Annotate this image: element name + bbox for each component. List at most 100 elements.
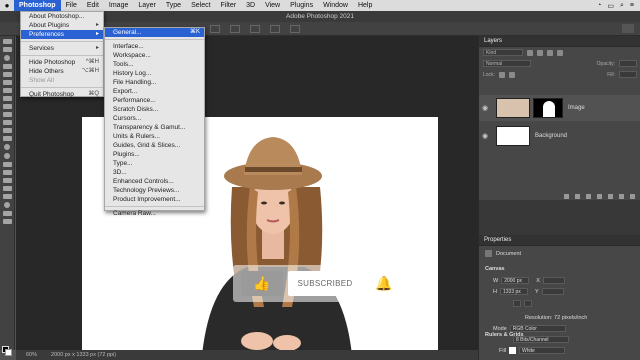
filter-type-icon[interactable] bbox=[547, 49, 553, 56]
wifi-icon[interactable]: ◔ bbox=[597, 2, 601, 9]
more-tools-icon[interactable] bbox=[2, 211, 12, 216]
dodge-tool-icon[interactable] bbox=[4, 153, 10, 159]
menu-item-history-log[interactable]: History Log... bbox=[105, 69, 204, 78]
frame-tool-icon[interactable] bbox=[2, 80, 12, 85]
distribute-icon[interactable] bbox=[270, 24, 280, 33]
edit-toolbar-icon[interactable] bbox=[2, 219, 12, 224]
hand-tool-icon[interactable] bbox=[2, 194, 12, 199]
menu-edit[interactable]: Edit bbox=[82, 0, 104, 11]
move-tool-icon[interactable] bbox=[2, 39, 12, 44]
landscape-icon[interactable] bbox=[524, 300, 532, 307]
menu-item-enhanced-controls[interactable]: Enhanced Controls... bbox=[105, 177, 204, 186]
apple-icon[interactable]: ● bbox=[0, 1, 14, 10]
thumbs-up-icon[interactable]: 👍 bbox=[241, 271, 283, 296]
canvas-section-label[interactable]: Canvas bbox=[485, 266, 505, 272]
layer-row-image[interactable]: ◉ Image bbox=[479, 95, 640, 121]
layer-name[interactable]: Background bbox=[535, 133, 567, 139]
add-mask-icon[interactable] bbox=[586, 194, 591, 199]
menu-plugins[interactable]: Plugins bbox=[285, 0, 318, 11]
fill-swatch[interactable] bbox=[509, 347, 517, 354]
new-group-icon[interactable] bbox=[608, 194, 613, 199]
layer-row-background[interactable]: ◉ Background bbox=[479, 123, 640, 149]
blend-mode-select[interactable]: Normal bbox=[483, 60, 531, 67]
menu-item-transparency-gamut[interactable]: Transparency & Gamut... bbox=[105, 123, 204, 132]
menu-item-performance[interactable]: Performance... bbox=[105, 96, 204, 105]
align-center-icon[interactable] bbox=[230, 24, 240, 33]
menu-file[interactable]: File bbox=[61, 0, 82, 11]
menu-item-file-handling[interactable]: File Handling... bbox=[105, 78, 204, 87]
bell-icon[interactable]: 🔔 bbox=[369, 271, 399, 296]
layer-mask-thumbnail[interactable] bbox=[533, 98, 563, 118]
filter-adjust-icon[interactable] bbox=[537, 49, 543, 56]
menu-item-plugins[interactable]: Plugins... bbox=[105, 150, 204, 159]
menu-view[interactable]: View bbox=[260, 0, 285, 11]
y-field[interactable] bbox=[541, 288, 564, 295]
menu-item-preferences[interactable]: Preferences ▸ bbox=[21, 30, 103, 39]
eyedropper-tool-icon[interactable] bbox=[2, 88, 12, 93]
menu-item-interface[interactable]: Interface... bbox=[105, 42, 204, 51]
align-right-icon[interactable] bbox=[250, 24, 260, 33]
marquee-tool-icon[interactable] bbox=[2, 47, 12, 52]
menu-item-about-plugins[interactable]: About Plugins ▸ bbox=[21, 21, 103, 30]
visibility-eye-icon[interactable]: ◉ bbox=[479, 104, 491, 112]
portrait-icon[interactable] bbox=[513, 300, 521, 307]
menu-item-general[interactable]: General... ⌘K bbox=[105, 28, 204, 37]
menu-item-3d[interactable]: 3D... bbox=[105, 168, 204, 177]
menu-window[interactable]: Window bbox=[318, 0, 353, 11]
battery-icon[interactable]: ▭ bbox=[607, 2, 614, 10]
background-color-swatch[interactable] bbox=[5, 349, 12, 356]
menu-item-guides-grid-slices[interactable]: Guides, Grid & Slices... bbox=[105, 141, 204, 150]
lasso-tool-icon[interactable] bbox=[4, 55, 10, 61]
link-layers-icon[interactable] bbox=[564, 194, 569, 199]
menu-item-camera-raw[interactable]: Camera Raw... bbox=[105, 209, 204, 218]
menu-item-cursors[interactable]: Cursors... bbox=[105, 114, 204, 123]
opacity-field[interactable] bbox=[619, 60, 637, 67]
brush-tool-icon[interactable] bbox=[2, 104, 12, 109]
zoom-level[interactable]: 60% bbox=[26, 350, 37, 360]
menu-item-scratch-disks[interactable]: Scratch Disks... bbox=[105, 105, 204, 114]
properties-tab[interactable]: Properties bbox=[479, 235, 640, 246]
height-field[interactable]: 1333 px bbox=[499, 288, 528, 295]
menu-item-product-improvement[interactable]: Product Improvement... bbox=[105, 195, 204, 204]
subscribed-button[interactable]: SUBSCRIBED bbox=[288, 271, 362, 296]
new-layer-icon[interactable] bbox=[619, 194, 624, 199]
lock-pixels-icon[interactable] bbox=[498, 71, 505, 78]
width-field[interactable]: 2000 px bbox=[501, 277, 530, 284]
menu-item-hide-others[interactable]: Hide Others ⌥⌘H bbox=[21, 67, 103, 76]
menu-layer[interactable]: Layer bbox=[133, 0, 161, 11]
menu-type[interactable]: Type bbox=[161, 0, 186, 11]
control-center-icon[interactable]: ≡ bbox=[630, 2, 634, 9]
layers-tab[interactable]: Layers bbox=[479, 36, 640, 47]
menu-item-services[interactable]: Services ▸ bbox=[21, 44, 103, 53]
menu-item-type[interactable]: Type... bbox=[105, 159, 204, 168]
3d-mode-icon[interactable] bbox=[290, 24, 300, 33]
blur-tool-icon[interactable] bbox=[4, 144, 10, 150]
eraser-tool-icon[interactable] bbox=[2, 128, 12, 133]
menu-item-hide-photoshop[interactable]: Hide Photoshop ^⌘H bbox=[21, 58, 103, 67]
mode-select[interactable]: RGB Color bbox=[509, 325, 566, 332]
menu-item-units-rulers[interactable]: Units & Rulers... bbox=[105, 132, 204, 141]
menu-filter[interactable]: Filter bbox=[216, 0, 242, 11]
menu-3d[interactable]: 3D bbox=[241, 0, 260, 11]
quick-select-tool-icon[interactable] bbox=[2, 64, 12, 69]
menu-select[interactable]: Select bbox=[186, 0, 215, 11]
menu-item-tools[interactable]: Tools... bbox=[105, 60, 204, 69]
path-select-tool-icon[interactable] bbox=[2, 178, 12, 183]
gradient-tool-icon[interactable] bbox=[2, 136, 12, 141]
adjustment-layer-icon[interactable] bbox=[597, 194, 602, 199]
visibility-eye-icon[interactable]: ◉ bbox=[479, 132, 491, 140]
search-icon[interactable]: ⌕ bbox=[620, 2, 624, 10]
shape-tool-icon[interactable] bbox=[2, 186, 12, 191]
pen-tool-icon[interactable] bbox=[2, 162, 12, 167]
menu-photoshop[interactable]: Photoshop bbox=[14, 0, 61, 11]
healing-brush-tool-icon[interactable] bbox=[2, 96, 12, 101]
layer-name[interactable]: Image bbox=[568, 105, 585, 111]
menu-item-workspace[interactable]: Workspace... bbox=[105, 51, 204, 60]
menu-item-about-photoshop[interactable]: About Photoshop... bbox=[21, 12, 103, 21]
filter-shape-icon[interactable] bbox=[557, 49, 563, 56]
share-button[interactable] bbox=[622, 24, 634, 33]
layer-kind-filter[interactable]: Kind bbox=[483, 49, 523, 56]
crop-tool-icon[interactable] bbox=[2, 72, 12, 77]
menu-item-quit-photoshop[interactable]: Quit Photoshop ⌘Q bbox=[21, 90, 103, 99]
fill-select[interactable]: White bbox=[519, 347, 566, 354]
